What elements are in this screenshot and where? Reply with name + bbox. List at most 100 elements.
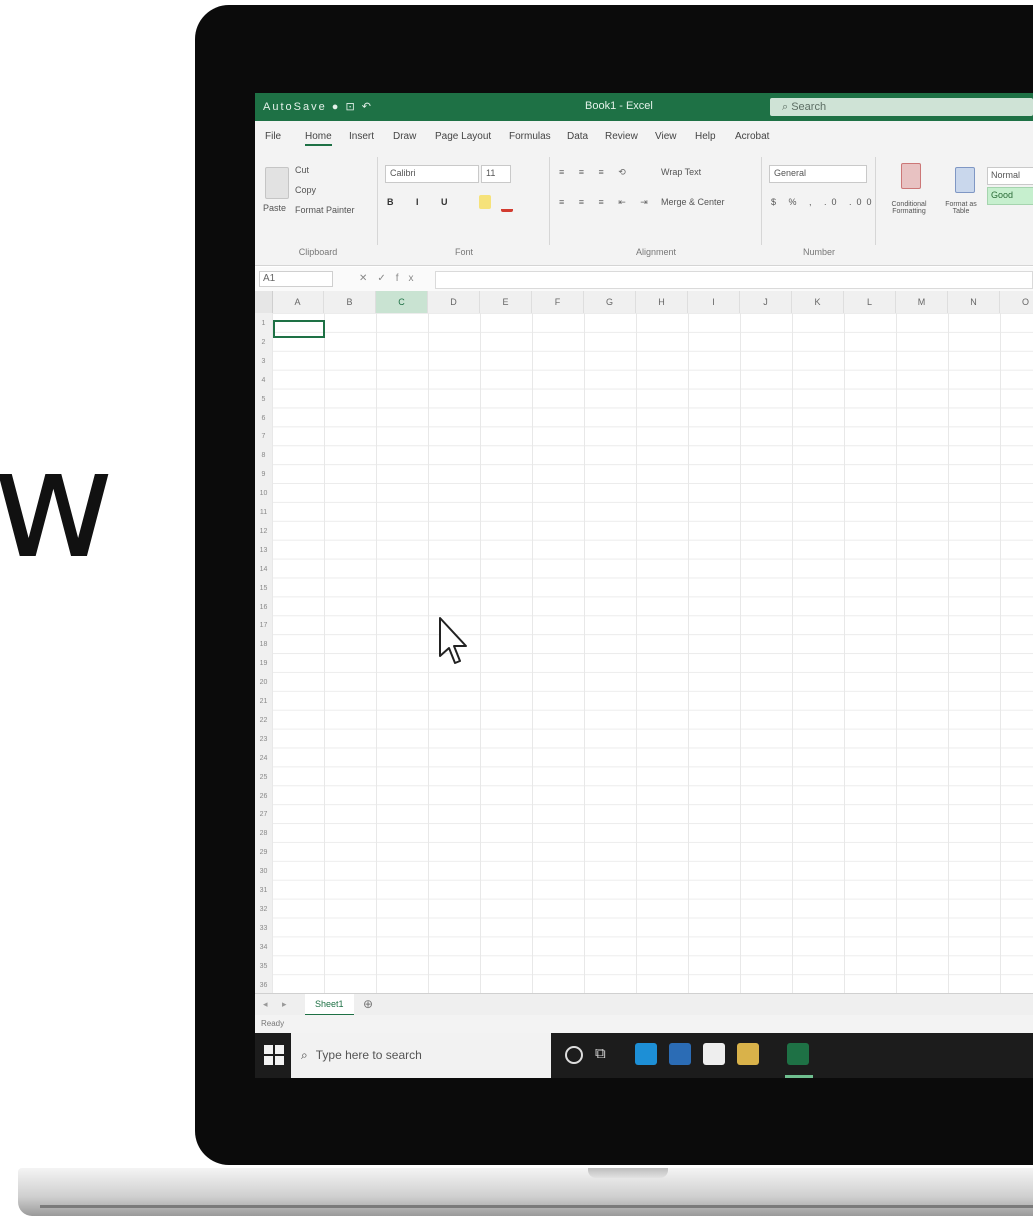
- tab-acrobat[interactable]: Acrobat: [735, 131, 769, 142]
- paste-icon[interactable]: [265, 167, 289, 199]
- column-header-m[interactable]: M: [896, 291, 948, 313]
- paste-button[interactable]: Paste: [263, 203, 286, 213]
- row-header-5[interactable]: 5: [255, 396, 272, 403]
- row-header-10[interactable]: 10: [255, 490, 272, 497]
- tab-home[interactable]: Home: [305, 131, 332, 146]
- add-sheet-button[interactable]: ⊕: [363, 997, 373, 1011]
- conditional-formatting-icon[interactable]: [901, 163, 921, 189]
- row-header-2[interactable]: 2: [255, 339, 272, 346]
- title-search-box[interactable]: ⌕ Search: [770, 98, 1033, 116]
- row-header-19[interactable]: 19: [255, 660, 272, 667]
- column-header-i[interactable]: I: [688, 291, 740, 313]
- row-header-30[interactable]: 30: [255, 868, 272, 875]
- row-header-1[interactable]: 1: [255, 320, 272, 327]
- row-header-8[interactable]: 8: [255, 452, 272, 459]
- quick-access-toolbar[interactable]: AutoSave ● ⊡ ↶: [263, 100, 373, 113]
- row-header-32[interactable]: 32: [255, 906, 272, 913]
- edge-icon[interactable]: [635, 1043, 657, 1065]
- formula-controls[interactable]: ✕✓fx: [359, 273, 424, 284]
- number-format-buttons[interactable]: $ % , .0 .00: [771, 197, 877, 207]
- row-header-34[interactable]: 34: [255, 944, 272, 951]
- mail-icon[interactable]: [669, 1043, 691, 1065]
- name-box[interactable]: A1: [259, 271, 333, 287]
- active-cell-a1[interactable]: [273, 320, 325, 338]
- row-header-29[interactable]: 29: [255, 849, 272, 856]
- column-header-f[interactable]: F: [532, 291, 584, 313]
- row-header-23[interactable]: 23: [255, 736, 272, 743]
- format-as-table-button[interactable]: Format as Table: [939, 201, 983, 215]
- row-header-6[interactable]: 6: [255, 415, 272, 422]
- row-header-33[interactable]: 33: [255, 925, 272, 932]
- row-header-3[interactable]: 3: [255, 358, 272, 365]
- alignment-top-buttons[interactable]: ≡ ≡ ≡ ⟲: [559, 167, 632, 178]
- row-header-21[interactable]: 21: [255, 698, 272, 705]
- row-header-27[interactable]: 27: [255, 811, 272, 818]
- font-color-icon[interactable]: [501, 195, 513, 212]
- column-header-b[interactable]: B: [324, 291, 376, 313]
- row-header-14[interactable]: 14: [255, 566, 272, 573]
- row-header-22[interactable]: 22: [255, 717, 272, 724]
- format-as-table-icon[interactable]: [955, 167, 975, 193]
- format-painter-button[interactable]: Format Painter: [295, 205, 355, 215]
- column-header-a[interactable]: A: [272, 291, 324, 313]
- sheet-nav-arrows[interactable]: ◂ ▸: [263, 999, 293, 1010]
- style-good[interactable]: Good: [987, 187, 1033, 205]
- tab-file[interactable]: File: [265, 131, 281, 142]
- taskbar-search-box[interactable]: ⌕ Type here to search: [291, 1033, 551, 1078]
- cut-button[interactable]: Cut: [295, 165, 309, 175]
- row-header-16[interactable]: 16: [255, 604, 272, 611]
- wrap-text-button[interactable]: Wrap Text: [661, 167, 701, 177]
- alignment-bottom-buttons[interactable]: ≡ ≡ ≡ ⇤ ⇥: [559, 197, 654, 208]
- row-header-12[interactable]: 12: [255, 528, 272, 535]
- tab-page-layout[interactable]: Page Layout: [435, 131, 491, 142]
- column-header-d[interactable]: D: [428, 291, 480, 313]
- row-header-36[interactable]: 36: [255, 982, 272, 989]
- row-header-25[interactable]: 25: [255, 774, 272, 781]
- row-header-31[interactable]: 31: [255, 887, 272, 894]
- column-header-e[interactable]: E: [480, 291, 532, 313]
- row-header-11[interactable]: 11: [255, 509, 272, 516]
- formula-input[interactable]: [435, 271, 1033, 289]
- number-format-select[interactable]: General: [769, 165, 867, 183]
- row-header-13[interactable]: 13: [255, 547, 272, 554]
- worksheet-grid[interactable]: [272, 313, 1033, 993]
- row-header-17[interactable]: 17: [255, 622, 272, 629]
- tab-insert[interactable]: Insert: [349, 131, 374, 142]
- column-header-h[interactable]: H: [636, 291, 688, 313]
- excel-taskbar-icon[interactable]: [787, 1043, 809, 1065]
- windows-start-icon[interactable]: [264, 1045, 284, 1065]
- font-size-select[interactable]: 11: [481, 165, 511, 183]
- column-header-o[interactable]: O: [1000, 291, 1033, 313]
- row-header-26[interactable]: 26: [255, 793, 272, 800]
- task-view-icon[interactable]: ⧉: [595, 1045, 606, 1062]
- sheet-tab-sheet1[interactable]: Sheet1: [305, 994, 354, 1016]
- font-name-select[interactable]: Calibri: [385, 165, 479, 183]
- column-header-c[interactable]: C: [376, 291, 428, 313]
- font-style-buttons[interactable]: B I U: [387, 197, 458, 207]
- column-header-n[interactable]: N: [948, 291, 1000, 313]
- file-explorer-icon[interactable]: [737, 1043, 759, 1065]
- row-header-9[interactable]: 9: [255, 471, 272, 478]
- row-header-24[interactable]: 24: [255, 755, 272, 762]
- column-header-g[interactable]: G: [584, 291, 636, 313]
- merge-center-button[interactable]: Merge & Center: [661, 197, 725, 207]
- row-header-15[interactable]: 15: [255, 585, 272, 592]
- row-header-35[interactable]: 35: [255, 963, 272, 970]
- tab-formulas[interactable]: Formulas: [509, 131, 551, 142]
- tab-view[interactable]: View: [655, 131, 677, 142]
- conditional-formatting-button[interactable]: Conditional Formatting: [883, 201, 935, 215]
- row-header-20[interactable]: 20: [255, 679, 272, 686]
- column-header-k[interactable]: K: [792, 291, 844, 313]
- row-header-28[interactable]: 28: [255, 830, 272, 837]
- tab-review[interactable]: Review: [605, 131, 638, 142]
- store-icon[interactable]: [703, 1043, 725, 1065]
- tab-help[interactable]: Help: [695, 131, 716, 142]
- row-header-7[interactable]: 7: [255, 433, 272, 440]
- fill-color-icon[interactable]: [479, 195, 491, 209]
- column-header-j[interactable]: J: [740, 291, 792, 313]
- row-header-18[interactable]: 18: [255, 641, 272, 648]
- select-all-corner[interactable]: [255, 291, 273, 313]
- column-header-l[interactable]: L: [844, 291, 896, 313]
- style-normal[interactable]: Normal: [987, 167, 1033, 185]
- tab-data[interactable]: Data: [567, 131, 588, 142]
